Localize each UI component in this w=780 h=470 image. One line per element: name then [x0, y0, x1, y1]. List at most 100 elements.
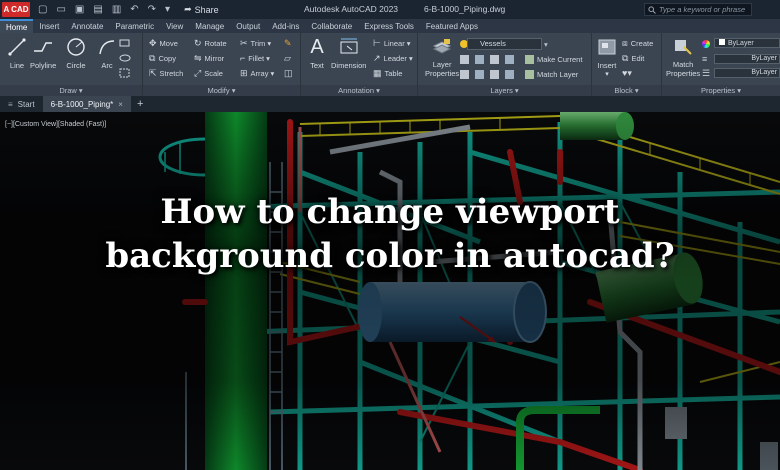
- open-folder-icon[interactable]: ▭: [56, 4, 65, 15]
- search-icon: [648, 5, 656, 14]
- attributes-icon: ♥▾: [622, 67, 632, 78]
- save-icon[interactable]: ▣: [75, 4, 84, 15]
- dropdown-chevron-icon[interactable]: ▾: [165, 4, 170, 15]
- arc-icon: [99, 40, 115, 55]
- circle-tool[interactable]: Circle: [65, 36, 87, 70]
- tab-collaborate[interactable]: Collaborate: [305, 19, 358, 33]
- table-tool[interactable]: ▦ Table: [373, 67, 402, 79]
- layer-properties-tool[interactable]: Layer Properties: [425, 36, 459, 78]
- layer-current-name: Vessels: [480, 39, 506, 48]
- layer-thaw-icon[interactable]: [490, 69, 499, 79]
- match-properties-tool[interactable]: Match Properties: [666, 36, 700, 78]
- new-file-icon[interactable]: ▢: [38, 4, 47, 15]
- hatch-tool[interactable]: [119, 52, 131, 64]
- layer-unlock-icon[interactable]: [505, 69, 514, 79]
- block-panel-label[interactable]: Block ▾: [592, 85, 661, 96]
- lineweight-dropdown[interactable]: ByLayer: [714, 54, 780, 64]
- drawing-tab-active[interactable]: 6-B-1000_Piping* ×: [42, 96, 131, 112]
- search-box[interactable]: [644, 3, 752, 16]
- undo-icon[interactable]: ↶: [130, 4, 138, 15]
- dimension-label: Dimension: [331, 61, 367, 70]
- viewport-controls-label[interactable]: [−][Custom View][Shaded (Fast)]: [5, 121, 106, 128]
- tab-menu-icon[interactable]: ≡: [8, 100, 13, 109]
- polyline-tool[interactable]: Polyline: [30, 36, 56, 70]
- redo-icon[interactable]: ↷: [148, 4, 156, 15]
- edit-block-icon: ⧉: [622, 52, 629, 63]
- dimension-tool[interactable]: Dimension: [331, 36, 366, 70]
- create-block-tool[interactable]: ⧈ Create: [622, 37, 653, 49]
- arc-tool[interactable]: Arc: [96, 36, 118, 70]
- search-input[interactable]: [659, 5, 749, 14]
- annotation-panel-label[interactable]: Annotation ▾: [301, 85, 417, 96]
- circle-icon: [67, 38, 85, 56]
- quick-access-toolbar: ▢ ▭ ▣ ▤ ▥ ↶ ↷ ▾: [38, 4, 170, 15]
- layers-panel-label[interactable]: Layers ▾: [418, 85, 591, 96]
- tab-manage[interactable]: Manage: [189, 19, 230, 33]
- draw-panel-label[interactable]: Draw ▾: [0, 85, 142, 96]
- copy-icon: ⧉: [149, 52, 156, 63]
- color-picker[interactable]: [702, 38, 710, 50]
- rotate-tool[interactable]: ↻ Rotate: [194, 37, 227, 49]
- tab-featured-apps[interactable]: Featured Apps: [420, 19, 484, 33]
- erase-icon: ✎: [284, 37, 292, 48]
- gradient-tool[interactable]: [119, 67, 131, 79]
- mirror-tool[interactable]: ⇋ Mirror: [194, 52, 224, 64]
- fillet-tool[interactable]: ⌐ Fillet ▾: [240, 52, 270, 64]
- text-tool[interactable]: A Text: [306, 36, 328, 71]
- share-button[interactable]: ➦ Share: [184, 4, 219, 15]
- layer-lock-icon[interactable]: [505, 54, 514, 64]
- autocad-logo[interactable]: A CAD: [2, 2, 30, 17]
- modify-panel-label[interactable]: Modify ▾: [143, 85, 300, 96]
- start-tab[interactable]: ≡ Start: [0, 96, 43, 112]
- array-tool[interactable]: ⊞ Array ▾: [240, 67, 274, 79]
- tab-view[interactable]: View: [160, 19, 189, 33]
- ribbon-panel: Line Polyline Circle Arc Draw ▾ ✥ Move ↻ R…: [0, 33, 780, 96]
- insert-block-icon: [598, 39, 616, 55]
- drawing-viewport[interactable]: [−][Custom View][Shaded (Fast)] How to c…: [0, 112, 780, 470]
- tab-parametric[interactable]: Parametric: [109, 19, 160, 33]
- trim-label: Trim ▾: [250, 38, 272, 48]
- array-label: Array ▾: [250, 68, 275, 78]
- make-current-tool[interactable]: Make Current: [525, 53, 582, 65]
- layer-on-tool-icon[interactable]: [460, 69, 469, 79]
- tab-output[interactable]: Output: [230, 19, 266, 33]
- layer-dropdown-chevron[interactable]: ▾: [544, 38, 548, 50]
- properties-panel-label[interactable]: Properties ▾: [662, 85, 780, 96]
- linear-tool[interactable]: ⊢ Linear ▾: [373, 37, 411, 49]
- leader-label: Leader ▾: [383, 53, 413, 63]
- edit-block-tool[interactable]: ⧉ Edit: [622, 52, 644, 64]
- close-tab-icon[interactable]: ×: [118, 100, 123, 109]
- layer-isolate-icon[interactable]: [475, 54, 484, 64]
- layer-unisolate-icon[interactable]: [475, 69, 484, 79]
- copy-tool[interactable]: ⧉ Copy: [149, 52, 176, 64]
- save-as-icon[interactable]: ▤: [93, 4, 102, 15]
- explode-tool[interactable]: ▱: [284, 52, 291, 64]
- plot-icon[interactable]: ▥: [112, 4, 121, 15]
- insert-chevron-icon: ▾: [605, 71, 609, 78]
- leader-tool[interactable]: ↗ Leader ▾: [373, 52, 413, 64]
- line-tool[interactable]: Line: [6, 36, 28, 70]
- stretch-tool[interactable]: ⇱ Stretch: [149, 67, 183, 79]
- layer-dropdown[interactable]: Vessels: [467, 38, 542, 50]
- insert-tool[interactable]: Insert ▾: [596, 36, 618, 78]
- lineweight-value: ByLayer: [751, 55, 777, 62]
- start-tab-label: Start: [17, 99, 35, 109]
- rectangle-tool[interactable]: [119, 37, 131, 49]
- erase-tool[interactable]: ✎: [284, 37, 292, 49]
- new-tab-icon[interactable]: +: [131, 96, 149, 112]
- match-layer-tool[interactable]: Match Layer: [525, 68, 578, 80]
- move-tool[interactable]: ✥ Move: [149, 37, 178, 49]
- layer-freeze-tool-icon[interactable]: [490, 54, 499, 64]
- layer-off-icon[interactable]: [460, 54, 469, 64]
- tab-home[interactable]: Home: [0, 19, 34, 33]
- block-attributes-tool[interactable]: ♥▾: [622, 67, 632, 79]
- tab-express-tools[interactable]: Express Tools: [358, 19, 420, 33]
- scale-tool[interactable]: ⤢ Scale: [194, 67, 223, 79]
- tab-add-ins[interactable]: Add-ins: [266, 19, 305, 33]
- color-dropdown[interactable]: ByLayer: [714, 38, 780, 48]
- tab-insert[interactable]: Insert: [33, 19, 65, 33]
- trim-tool[interactable]: ✂ Trim ▾: [240, 37, 271, 49]
- linetype-dropdown[interactable]: ByLayer: [714, 68, 780, 78]
- tab-annotate[interactable]: Annotate: [65, 19, 109, 33]
- offset-tool[interactable]: ◫: [284, 67, 293, 79]
